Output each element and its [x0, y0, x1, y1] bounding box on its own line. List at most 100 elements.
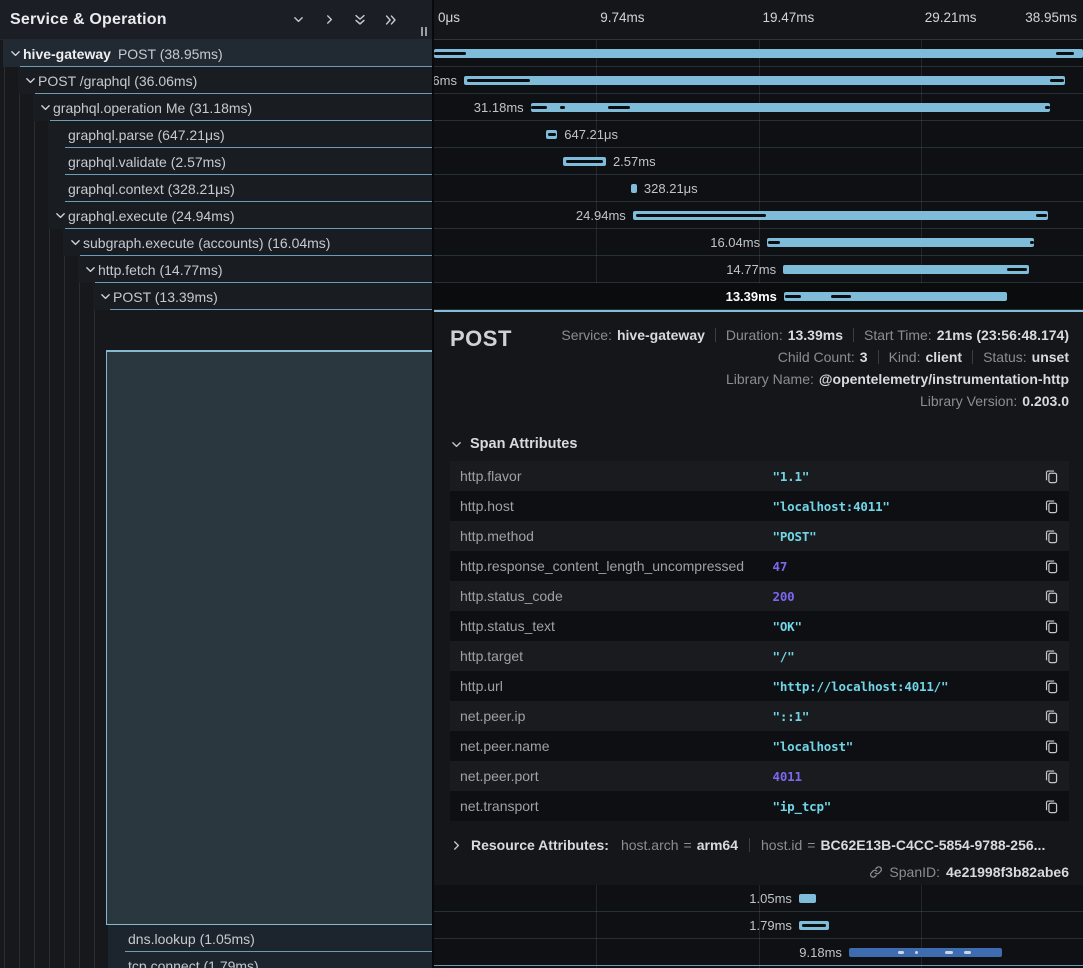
meta-label: Status:: [983, 349, 1027, 365]
selected-span-region: [106, 350, 432, 925]
timeline-row[interactable]: 1.79ms: [434, 912, 1083, 939]
span-duration-label: 13.39ms: [726, 283, 777, 310]
tree-row[interactable]: http.fetch (14.77ms): [0, 256, 432, 283]
timeline-row[interactable]: 13.39ms: [434, 283, 1083, 310]
column-resizer-grip[interactable]: [418, 25, 430, 37]
critical-path-segment: [560, 106, 565, 109]
span-bar[interactable]: [849, 948, 1002, 957]
copy-icon[interactable]: [1042, 617, 1061, 636]
timeline-row[interactable]: 328.21μs: [434, 175, 1083, 202]
copy-icon[interactable]: [1042, 527, 1061, 546]
critical-path-segment: [915, 951, 918, 954]
copy-icon[interactable]: [1042, 467, 1061, 486]
attribute-key: net.peer.port: [460, 768, 773, 784]
span-attributes-title: Span Attributes: [470, 436, 577, 452]
operation-label: graphql.validate (2.57ms): [68, 154, 226, 170]
chevron-right-icon[interactable]: [318, 9, 340, 31]
resource-equals: =: [684, 837, 692, 853]
tree-row[interactable]: graphql.validate (2.57ms): [0, 148, 432, 175]
attribute-key: http.flavor: [460, 468, 773, 484]
span-bar[interactable]: [784, 292, 1007, 301]
tree-row[interactable]: graphql.execute (24.94ms): [0, 202, 432, 229]
tree-row[interactable]: subgraph.execute (accounts) (16.04ms): [0, 229, 432, 256]
span-bar[interactable]: [563, 157, 606, 166]
span-bar[interactable]: [631, 184, 636, 193]
timeline-rows-bottom: 1.05ms1.79ms9.18ms: [434, 885, 1083, 966]
copy-icon[interactable]: [1042, 557, 1061, 576]
span-duration-label: 16.04ms: [710, 229, 760, 256]
resource-attributes[interactable]: Resource Attributes: host.arch=arm64host…: [450, 835, 1069, 855]
span-duration-label: 36.06ms: [434, 67, 457, 94]
attribute-value: "http://localhost:4011/": [773, 679, 949, 694]
timeline-row[interactable]: 24.94ms: [434, 202, 1083, 229]
tree-row[interactable]: POST /graphql (36.06ms): [0, 67, 432, 94]
copy-icon[interactable]: [1042, 647, 1061, 666]
resource-value: BC62E13B-C4CC-5854-9788-256...: [820, 837, 1045, 853]
copy-icon[interactable]: [1042, 767, 1061, 786]
span-bar[interactable]: [799, 921, 829, 930]
chevron-down-icon[interactable]: [53, 208, 68, 223]
span-bar[interactable]: [767, 238, 1034, 247]
chevron-down-icon[interactable]: [23, 73, 38, 88]
attribute-row: http.url"http://localhost:4011/": [450, 671, 1069, 701]
timeline-row[interactable]: 9.18ms: [434, 939, 1083, 966]
span-tree-pane: Service & Operation hive-gatewayPOST (38…: [0, 0, 432, 968]
span-attributes-toggle[interactable]: Span Attributes: [450, 436, 1069, 452]
trace-viewer: Service & Operation hive-gatewayPOST (38…: [0, 0, 1083, 968]
tree-row-content: http.fetch (14.77ms): [0, 256, 432, 283]
timeline-row[interactable]: [434, 40, 1083, 67]
meta-label: Service:: [561, 327, 612, 343]
timeline-row[interactable]: 31.18ms: [434, 94, 1083, 121]
tree-row[interactable]: graphql.parse (647.21μs): [0, 121, 432, 148]
collapse-all-icon[interactable]: [349, 9, 371, 31]
chevron-down-icon[interactable]: [8, 46, 23, 61]
operation-label: tcp.connect (1.79ms): [128, 958, 259, 968]
copy-icon[interactable]: [1042, 497, 1061, 516]
critical-path-segment: [898, 951, 904, 954]
chevron-down-icon[interactable]: [83, 262, 98, 277]
copy-icon[interactable]: [1042, 677, 1061, 696]
resource-key: host.arch: [621, 837, 679, 853]
span-bar[interactable]: [434, 49, 1083, 58]
span-bar[interactable]: [783, 265, 1029, 274]
critical-path-segment: [785, 295, 801, 298]
span-id-row: SpanID: 4e21998f3b82abe6: [450, 864, 1069, 880]
tree-rows-bottom: dns.lookup (1.05ms)tcp.connect (1.79ms)s…: [0, 925, 432, 968]
timeline-row[interactable]: 1.05ms: [434, 885, 1083, 912]
chevron-down-icon[interactable]: [68, 235, 83, 250]
timeline-row[interactable]: 2.57ms: [434, 148, 1083, 175]
timeline-row[interactable]: 14.77ms: [434, 256, 1083, 283]
span-duration-label: 1.79ms: [749, 912, 792, 939]
copy-icon[interactable]: [1042, 797, 1061, 816]
span-meta-line: Service:hive-gatewayDuration:13.39msStar…: [561, 324, 1069, 346]
attribute-row: net.transport"ip_tcp": [450, 791, 1069, 821]
link-icon[interactable]: [869, 865, 883, 879]
tree-row-content: graphql.validate (2.57ms): [0, 148, 432, 175]
timeline-row[interactable]: 647.21μs: [434, 121, 1083, 148]
span-bar[interactable]: [633, 211, 1049, 220]
expander-spacer: [53, 154, 68, 169]
tree-row[interactable]: graphql.operation Me (31.18ms): [0, 94, 432, 121]
chevron-down-icon[interactable]: [38, 100, 53, 115]
ruler-tick-label: 38.95ms: [1025, 10, 1077, 25]
span-bar[interactable]: [546, 130, 557, 139]
timeline-row[interactable]: 36.06ms: [434, 67, 1083, 94]
tree-row[interactable]: graphql.context (328.21μs): [0, 175, 432, 202]
span-bar[interactable]: [464, 76, 1065, 85]
timeline-row[interactable]: 16.04ms: [434, 229, 1083, 256]
tree-row-content: dns.lookup (1.05ms): [0, 925, 432, 952]
span-bar[interactable]: [531, 103, 1051, 112]
chevron-down-icon[interactable]: [98, 289, 113, 304]
expand-all-icon[interactable]: [380, 9, 402, 31]
chevron-down-icon[interactable]: [287, 9, 309, 31]
tree-row[interactable]: hive-gatewayPOST (38.95ms): [0, 40, 432, 67]
copy-icon[interactable]: [1042, 587, 1061, 606]
operation-label: graphql.operation Me (31.18ms): [53, 100, 252, 116]
span-bar[interactable]: [799, 894, 816, 903]
tree-row[interactable]: dns.lookup (1.05ms): [0, 925, 432, 952]
tree-row[interactable]: POST (13.39ms): [0, 283, 432, 310]
attribute-value: "1.1": [773, 469, 810, 484]
copy-icon[interactable]: [1042, 737, 1061, 756]
tree-row[interactable]: tcp.connect (1.79ms): [0, 952, 432, 968]
copy-icon[interactable]: [1042, 707, 1061, 726]
